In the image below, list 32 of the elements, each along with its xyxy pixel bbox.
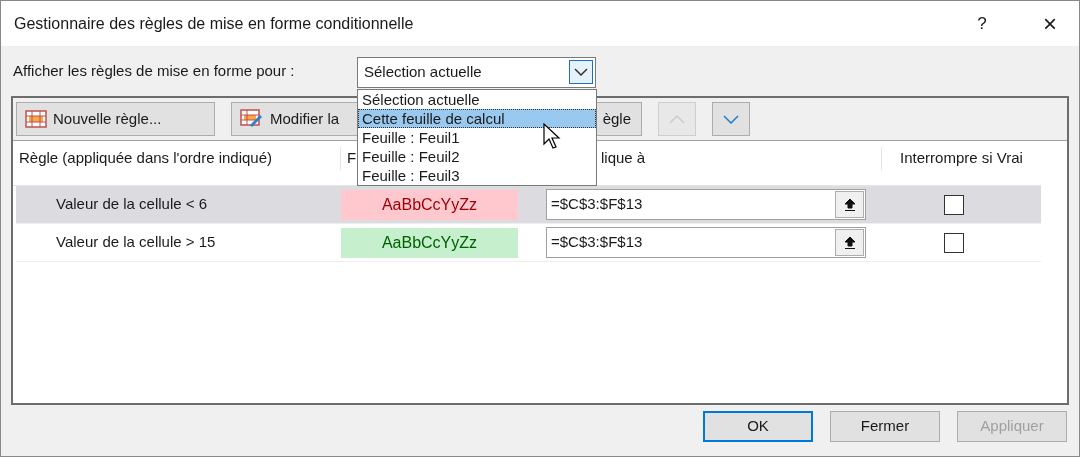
- scope-label: Afficher les règles de mise en forme pour :: [13, 60, 296, 81]
- checkbox[interactable]: [943, 232, 964, 253]
- applies-to-field[interactable]: =$C$3:$F$13: [546, 189, 866, 220]
- upload-icon[interactable]: [835, 229, 864, 256]
- column-header: F: [347, 149, 357, 166]
- rule-row[interactable]: Valeur de la cellule > 15 AaBbCcYyZz =$C$3:$F$13: [16, 224, 1041, 262]
- chevron-down-icon: [723, 114, 739, 124]
- dialog-button[interactable]: OK: [703, 411, 813, 442]
- checkbox[interactable]: [943, 194, 964, 215]
- help-button[interactable]: ?: [959, 1, 1005, 46]
- mouse-pointer-icon: [543, 123, 562, 150]
- new-rule-button[interactable]: Nouvelle règle...: [16, 102, 215, 136]
- scope-dropdown[interactable]: Sélection actuelle: [357, 56, 596, 88]
- close-button[interactable]: ×: [1027, 1, 1073, 46]
- column-header: lique à: [601, 149, 646, 166]
- dropdown-option[interactable]: Feuille : Feuil2: [358, 147, 596, 166]
- chevron-up-icon: [669, 114, 685, 124]
- format-preview: AaBbCcYyZz: [341, 189, 518, 220]
- format-preview: AaBbCcYyZz: [341, 227, 518, 258]
- applies-to-field[interactable]: =$C$3:$F$13: [546, 227, 866, 258]
- dialog-button[interactable]: Fermer: [830, 411, 940, 442]
- dropdown-option[interactable]: Feuille : Feuil3: [358, 166, 596, 185]
- column-header: Interrompre si Vrai: [881, 147, 1041, 170]
- rule-row[interactable]: Valeur de la cellule < 6 AaBbCcYyZz =$C$3:$F$13: [16, 186, 1041, 224]
- table-icon: [25, 110, 47, 128]
- rule-text: Valeur de la cellule > 15: [55, 232, 217, 253]
- column-header: Règle (appliquée dans l'ordre indiqué): [16, 147, 341, 170]
- dropdown-option[interactable]: Cette feuille de calcul: [358, 109, 596, 128]
- rule-text: Valeur de la cellule < 6: [55, 194, 209, 215]
- table-pencil-icon: [240, 109, 264, 129]
- upload-icon[interactable]: [835, 191, 864, 218]
- window-title: Gestionnaire des règles de mise en forme conditionnelle: [14, 13, 414, 34]
